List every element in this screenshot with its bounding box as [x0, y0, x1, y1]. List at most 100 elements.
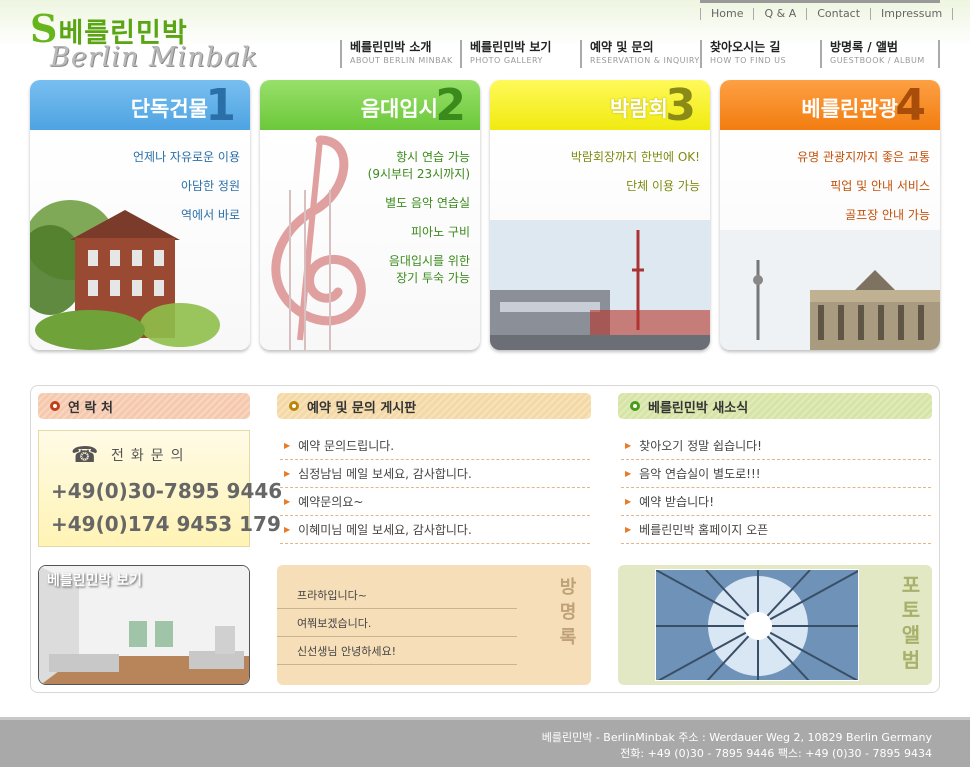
news-item[interactable]: ▶ 베를린민박 홈페이지 오픈 [621, 516, 931, 544]
card-feature: 음대입시를 위한 [388, 254, 470, 268]
guestbook-box: 프라하입니다~ 여쭤보겠습니다. 신선생님 안녕하세요! 방명록 [277, 565, 591, 685]
nav-directions[interactable]: 찾아오시는 길 HOW TO FIND US [700, 40, 820, 68]
util-contact-link[interactable]: Contact [806, 7, 870, 20]
album-photo[interactable] [655, 569, 859, 681]
card-feature: 별도 음악 연습실 [385, 196, 470, 210]
phone-number-2[interactable]: +49(0)174 9453 179 [51, 512, 281, 536]
card-features: 유명 관광지까지 좋은 교통 픽업 및 안내 서비스 골프장 안내 가능 [797, 150, 930, 237]
card-title: 음대입시 [360, 97, 438, 121]
nav-about[interactable]: 베를린민박 소개 ABOUT BERLIN MINBAK [340, 40, 460, 68]
card-number: 3 [665, 80, 696, 131]
feature-card-tour[interactable]: 베를린관광 4 유명 관광지까지 좋은 교통 픽업 및 안내 서비스 골프장 안… [720, 80, 940, 350]
nav-reservation[interactable]: 예약 및 문의 RESERVATION & INQUIRY [580, 40, 700, 68]
photo-album-box: 포토앨범 [618, 565, 932, 685]
arrow-icon: ▶ [284, 497, 291, 506]
guestbook-label-text: 방명록 [559, 577, 577, 648]
util-impressum-link[interactable]: Impressum [870, 7, 954, 20]
nav-label: 베를린민박 소개 [350, 40, 432, 54]
board-item-text: 예약 문의드립니다. [298, 439, 395, 453]
nav-guestbook[interactable]: 방명록 / 앨범 GUESTBOOK / ALBUM [820, 40, 940, 68]
board-item-text: 이혜미님 메일 보세요, 감사합니다. [298, 523, 472, 537]
card-title: 단독건물 [130, 97, 208, 121]
arrow-icon: ▶ [625, 525, 632, 534]
feature-card-music[interactable]: 음대입시 2 항시 연습 가능 (9시부터 23시까지) 별도 음악 연습실 피… [260, 80, 480, 350]
guestbook-item[interactable]: 프라하입니다~ [277, 581, 517, 609]
header: S베를린민박 Berlin Minbak Home Q & A Contact … [0, 0, 970, 78]
photo-gallery-banner[interactable]: 베를린민박 보기 [38, 565, 250, 685]
board-item[interactable]: ▶ 심정남님 메일 보세요, 감사합니다. [280, 460, 590, 488]
logo[interactable]: S베를린민박 [30, 6, 188, 51]
card-features: 박람회장까지 한번에 OK! 단체 이용 가능 [571, 150, 700, 208]
section-title-text: 연 락 처 [68, 400, 113, 416]
card-feature: 박람회장까지 한번에 OK! [570, 150, 700, 164]
nav-sublabel: ABOUT BERLIN MINBAK [350, 56, 453, 65]
guestbook-item[interactable]: 여쭤보겠습니다. [277, 609, 517, 637]
guestbook-item[interactable]: 신선생님 안녕하세요! [277, 637, 517, 665]
board-item[interactable]: ▶ 이혜미님 메일 보세요, 감사합니다. [280, 516, 590, 544]
news-item-text: 음악 연습실이 별도로!!! [639, 467, 761, 481]
card-feature: 골프장 안내 가능 [845, 208, 930, 222]
card-features: 언제나 자유로운 이용 아담한 정원 역에서 바로 [133, 150, 240, 237]
phone-number-1[interactable]: +49(0)30-7895 9446 [51, 479, 282, 503]
card-body: 언제나 자유로운 이용 아담한 정원 역에서 바로 [30, 130, 250, 350]
board-list: ▶ 예약 문의드립니다. ▶ 심정남님 메일 보세요, 감사합니다. ▶ 예약문의요~… [280, 432, 590, 544]
card-feature: (9시부터 23시까지) [367, 167, 470, 181]
card-number: 1 [205, 80, 236, 131]
card-feature: 언제나 자유로운 이용 [133, 150, 240, 164]
album-label[interactable]: 포토앨범 [900, 573, 922, 673]
nav-sublabel: GUESTBOOK / ALBUM [830, 56, 925, 65]
feature-card-fair[interactable]: 박람회 3 박람회장까지 한번에 OK! 단체 이용 가능 [490, 80, 710, 350]
util-home-link[interactable]: Home [700, 7, 753, 20]
news-item-text: 베를린민박 홈페이지 오픈 [639, 523, 769, 537]
card-body: 항시 연습 가능 (9시부터 23시까지) 별도 음악 연습실 피아노 구비 음… [260, 130, 480, 350]
contact-box: ☎ 전화문의 +49(0)30-7895 9446 +49(0)174 9453… [38, 430, 282, 547]
news-item[interactable]: ▶ 찾아오기 정말 쉽습니다! [621, 432, 931, 460]
news-item[interactable]: ▶ 음악 연습실이 별도로!!! [621, 460, 931, 488]
nav-label: 찾아오시는 길 [710, 40, 781, 54]
nav-gallery[interactable]: 베를린민박 보기 PHOTO GALLERY [460, 40, 580, 68]
guestbook-list: 프라하입니다~ 여쭤보겠습니다. 신선생님 안녕하세요! [277, 581, 517, 665]
util-qa-link[interactable]: Q & A [753, 7, 806, 20]
card-number: 2 [435, 80, 466, 131]
arrow-icon: ▶ [625, 469, 632, 478]
card-feature: 단체 이용 가능 [626, 179, 700, 193]
board-item-text: 심정남님 메일 보세요, 감사합니다. [298, 467, 472, 481]
arrow-icon: ▶ [284, 469, 291, 478]
news-section-title[interactable]: 베를린민박 새소식 [618, 393, 932, 419]
album-label-text: 포토앨범 [901, 573, 921, 672]
news-item[interactable]: ▶ 예약 받습니다! [621, 488, 931, 516]
bullet-icon [50, 401, 60, 411]
card-header: 단독건물 1 [30, 80, 250, 130]
card-title: 베를린관광 [801, 97, 898, 121]
card-body: 박람회장까지 한번에 OK! 단체 이용 가능 [490, 130, 710, 350]
arrow-icon: ▶ [284, 441, 291, 450]
board-section-title[interactable]: 예약 및 문의 게시판 [277, 393, 591, 419]
logo-english: Berlin Minbak [50, 42, 259, 73]
feature-card-house[interactable]: 단독건물 1 언제나 자유로운 이용 아담한 정원 역에서 바로 [30, 80, 250, 350]
card-feature: 역에서 바로 [180, 208, 240, 222]
section-title-text: 예약 및 문의 게시판 [307, 400, 417, 416]
card-header: 음대입시 2 [260, 80, 480, 130]
nav-label: 베를린민박 보기 [470, 40, 552, 54]
nav-label: 예약 및 문의 [590, 40, 654, 54]
board-item[interactable]: ▶ 예약문의요~ [280, 488, 590, 516]
main-nav: 베를린민박 소개 ABOUT BERLIN MINBAK 베를린민박 보기 PH… [340, 40, 940, 68]
nav-sublabel: HOW TO FIND US [710, 56, 787, 65]
nav-sublabel: PHOTO GALLERY [470, 56, 543, 65]
footer-contact: 전화: +49 (0)30 - 7895 9446 팩스: +49 (0)30 … [620, 747, 932, 760]
news-list: ▶ 찾아오기 정말 쉽습니다! ▶ 음악 연습실이 별도로!!! ▶ 예약 받습니다!… [621, 432, 931, 544]
nav-label: 방명록 / 앨범 [830, 40, 898, 54]
board-item[interactable]: ▶ 예약 문의드립니다. [280, 432, 590, 460]
utility-nav: Home Q & A Contact Impressum [700, 0, 954, 24]
card-number: 4 [895, 80, 926, 131]
section-title-text: 베를린민박 새소식 [648, 400, 749, 416]
card-feature: 유명 관광지까지 좋은 교통 [797, 150, 930, 164]
board-item-text: 예약문의요~ [298, 495, 364, 509]
card-feature: 항시 연습 가능 [396, 150, 470, 164]
nav-sublabel: RESERVATION & INQUIRY [590, 56, 700, 65]
footer: 베를린민박 - BerlinMinbak 주소 : Werdauer Weg 2… [0, 717, 970, 767]
guestbook-label[interactable]: 방명록 [557, 575, 579, 650]
telephone-icon: ☎ [71, 443, 99, 468]
card-feature: 장기 투숙 가능 [396, 271, 470, 285]
card-feature: 피아노 구비 [410, 225, 470, 239]
